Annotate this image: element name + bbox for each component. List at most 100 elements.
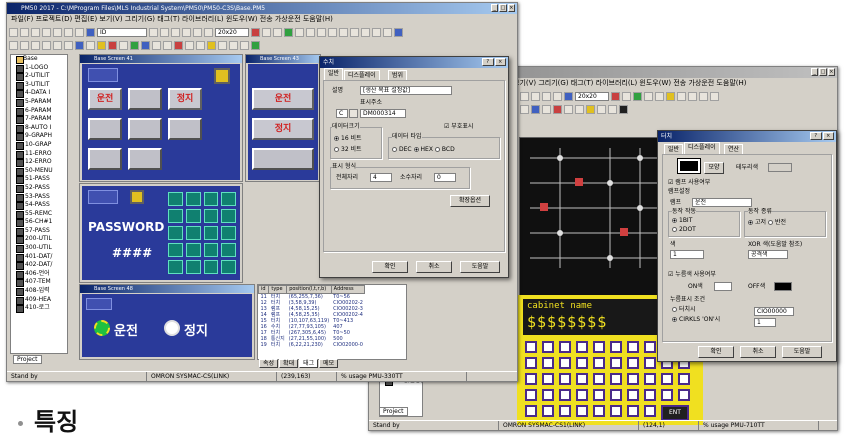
tree-item[interactable]: 11-ERRO (11, 150, 67, 159)
key[interactable] (221, 226, 236, 240)
addr-browse-icon[interactable] (349, 109, 358, 118)
keypad-key[interactable] (678, 373, 690, 385)
tree-item[interactable]: 409-HEA (11, 296, 67, 305)
keypad-key[interactable] (525, 357, 537, 369)
undo-icon[interactable] (86, 27, 95, 37)
tab-general[interactable]: 일반 (664, 144, 684, 154)
keypad-key[interactable] (576, 373, 588, 385)
screen-window-3[interactable]: Base Screen 48 운전 정지 (79, 284, 255, 360)
ok-button[interactable]: 확인 (372, 261, 408, 273)
draw-icon[interactable] (608, 104, 617, 114)
tool-icon[interactable] (229, 40, 238, 50)
tree-item[interactable]: 401-DAT/ (11, 253, 67, 262)
tool-icon[interactable] (688, 91, 697, 101)
save-icon[interactable] (31, 27, 40, 37)
tree-root[interactable]: Base (11, 55, 67, 64)
key[interactable] (221, 209, 236, 223)
menu-bar[interactable]: 보기(V) 그리기(G) 태그(T) 라이브러리(L) 윈도우(W) 전송 가상… (509, 78, 837, 89)
arrow-right-icon[interactable] (160, 27, 169, 37)
key[interactable] (168, 226, 183, 240)
keypad-key[interactable] (644, 357, 656, 369)
keypad-key[interactable] (542, 341, 554, 353)
minimize-icon[interactable]: _ (491, 4, 499, 12)
tool-icon[interactable] (339, 27, 348, 37)
keypad-key[interactable] (644, 341, 656, 353)
oper-radio-2[interactable]: 2DOT (672, 226, 696, 234)
run-lamp-icon[interactable] (94, 320, 110, 336)
screen-button[interactable] (88, 148, 122, 170)
new-icon[interactable] (9, 27, 18, 37)
tree-item[interactable]: 8-AUTO I (11, 124, 67, 133)
keypad-key[interactable] (644, 373, 656, 385)
tool-icon[interactable] (152, 40, 161, 50)
tool-icon[interactable] (251, 40, 260, 50)
on-color-swatch[interactable] (714, 282, 732, 291)
tree-item[interactable]: 6-PARAM (11, 107, 67, 116)
tool-icon[interactable] (644, 91, 653, 101)
print-icon[interactable] (42, 27, 51, 37)
key[interactable] (203, 243, 219, 257)
color-select[interactable]: 1 (670, 250, 704, 259)
window-controls[interactable]: _ □ × (811, 68, 835, 76)
tree-item[interactable]: 2-UTILIT (11, 72, 67, 81)
tree-item[interactable]: 52-PASS (11, 184, 67, 193)
key[interactable] (168, 209, 183, 223)
keypad-key[interactable] (576, 389, 588, 401)
tool-icon[interactable] (383, 27, 392, 37)
keypad-key[interactable] (576, 341, 588, 353)
tool-icon[interactable] (699, 91, 708, 101)
keypad-key[interactable] (542, 405, 554, 417)
tree-item[interactable]: 407-TEM (11, 278, 67, 288)
arrow-up-icon[interactable] (171, 27, 180, 37)
keypad-key[interactable] (627, 357, 639, 369)
tool-icon[interactable] (394, 27, 403, 37)
arrow-left-icon[interactable] (149, 27, 158, 37)
cond-radio-1[interactable]: 터치시 (672, 306, 696, 314)
keypad-key[interactable] (627, 405, 639, 417)
type-radios[interactable]: DEC HEX BCD (392, 146, 455, 154)
screen-button[interactable] (128, 118, 162, 140)
tool-icon[interactable] (710, 91, 719, 101)
keypad-key[interactable] (576, 405, 588, 417)
tool-icon[interactable] (633, 91, 642, 101)
window-controls[interactable]: _ □ × (491, 4, 515, 12)
shape-button[interactable]: 모양 (704, 162, 724, 174)
tool-icon[interactable] (677, 91, 686, 101)
key[interactable] (168, 192, 183, 206)
tool-icon[interactable] (218, 40, 227, 50)
grid-combo[interactable]: 20x20 (215, 27, 249, 37)
col-header[interactable]: type (268, 285, 288, 294)
tree-item[interactable]: 54-PASS (11, 201, 67, 210)
redo-icon[interactable] (553, 91, 562, 101)
cut-icon[interactable] (53, 27, 62, 37)
tree-item[interactable]: 200-UTIL (11, 235, 67, 245)
size-16-radio[interactable]: 16 비트 (334, 135, 362, 143)
tab-display[interactable]: 디스플레이 (344, 70, 380, 80)
tool-icon[interactable] (372, 27, 381, 37)
project-tab-secondary[interactable]: Project (379, 407, 408, 416)
col-header[interactable]: position(l,t,r,b) (286, 285, 332, 294)
object-list[interactable]: id type position(l,t,r,b) Address 11 터치 (6… (257, 284, 407, 360)
key[interactable] (203, 226, 219, 240)
tool-icon[interactable] (611, 91, 620, 101)
keypad-key[interactable] (525, 389, 537, 401)
tree-item[interactable]: 57-PASS (11, 227, 67, 236)
draw-icon[interactable] (542, 104, 551, 114)
tree-item[interactable]: 56-CH#1 (11, 218, 67, 227)
size-32-radio[interactable]: 32 비트 (334, 146, 362, 154)
tool-icon[interactable] (262, 27, 271, 37)
circle-icon[interactable] (42, 40, 51, 50)
keypad-key[interactable] (610, 357, 622, 369)
help-button[interactable]: 도움말 (782, 346, 822, 358)
tree-item[interactable]: 300-UTIL (11, 244, 67, 253)
tool-icon[interactable] (284, 27, 293, 37)
key[interactable] (185, 260, 201, 274)
stop-lamp-icon[interactable] (164, 320, 180, 336)
keypad-key[interactable] (576, 357, 588, 369)
screen-window-1[interactable]: Base Screen 41 운전 정지 (79, 54, 243, 182)
tool-icon[interactable] (306, 27, 315, 37)
keypad-key[interactable] (559, 405, 571, 417)
keypad-key[interactable] (559, 341, 571, 353)
tree-item[interactable]: 1-LOGO (11, 64, 67, 73)
tool-icon[interactable] (108, 40, 117, 50)
